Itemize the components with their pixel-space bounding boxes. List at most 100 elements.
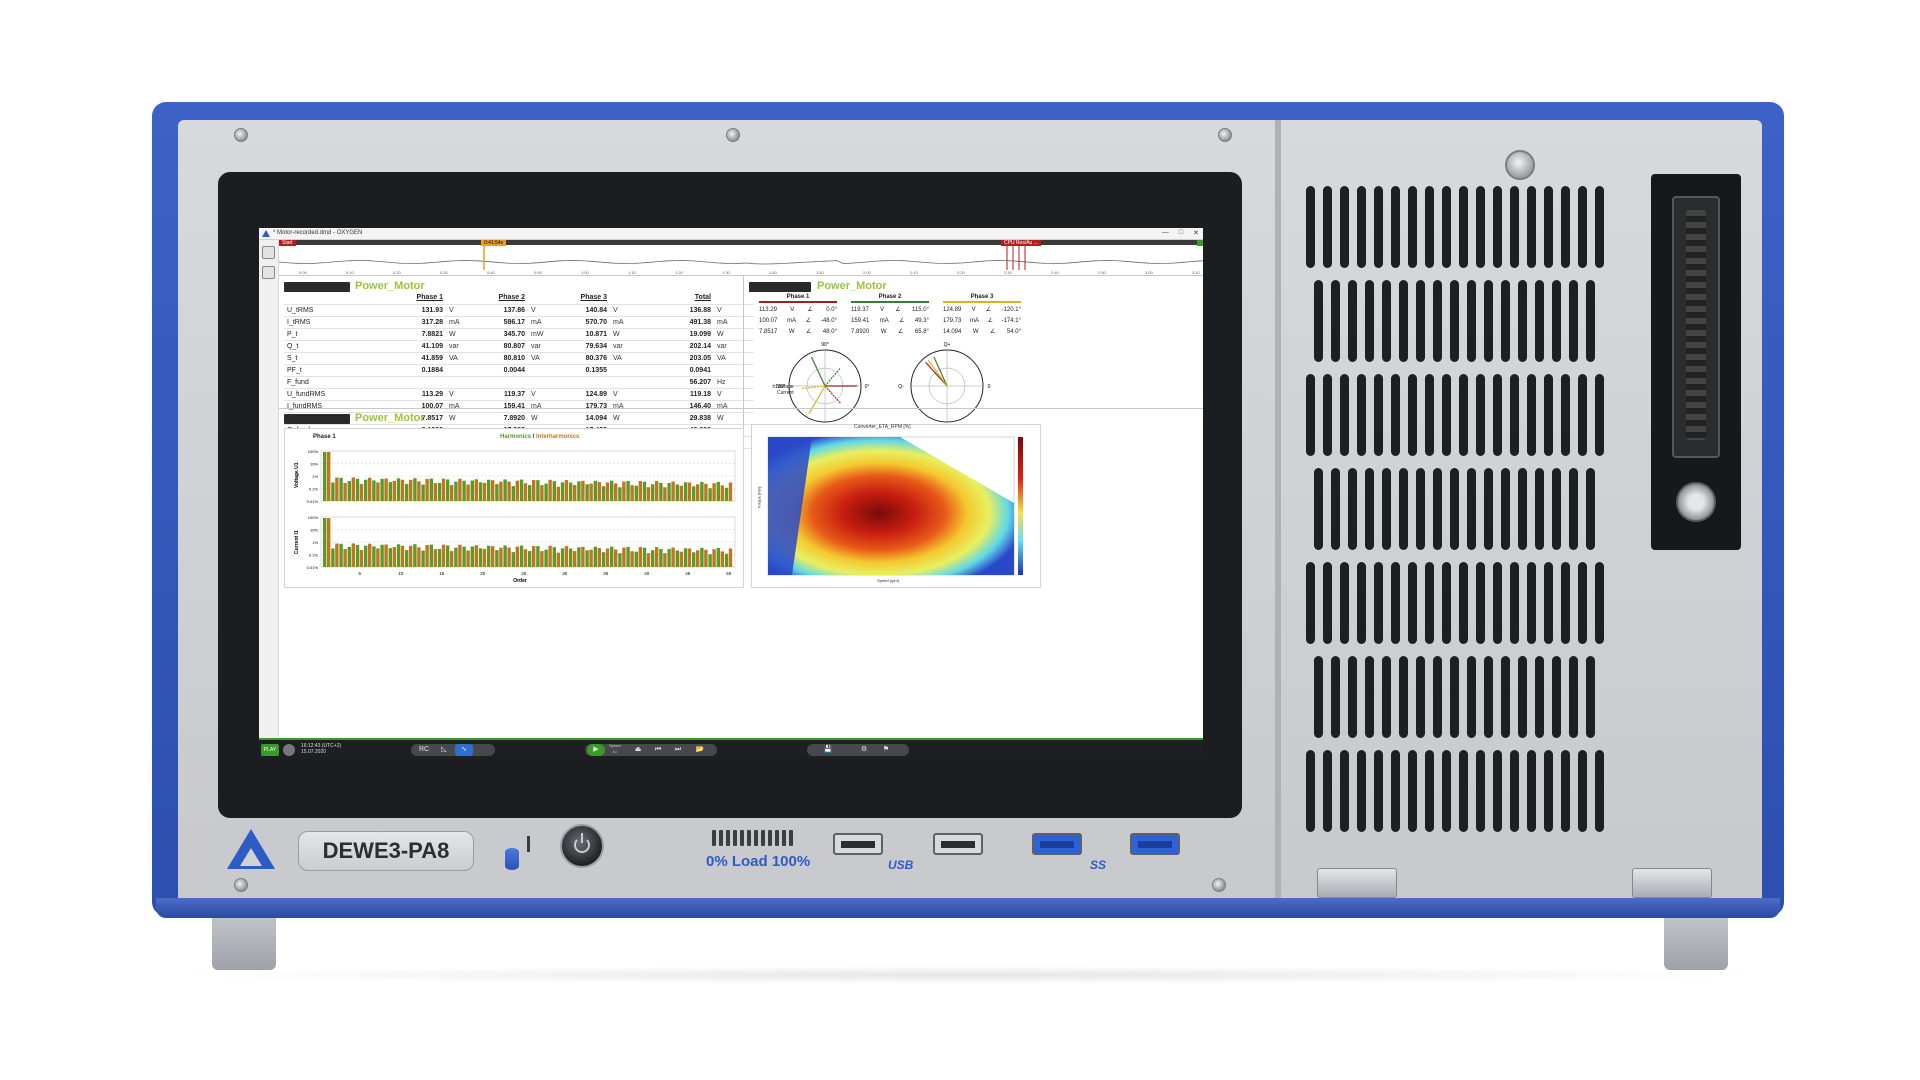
- cell-value: [528, 376, 568, 388]
- maximize-button[interactable]: □: [1179, 229, 1183, 237]
- play-mode-badge[interactable]: PLAY: [261, 744, 279, 756]
- vent-slot: [1442, 374, 1451, 456]
- interharmonic-bar: [466, 484, 470, 501]
- harmonic-bar: [478, 482, 483, 501]
- y-tick-label: 0.01%: [307, 565, 319, 570]
- interharmonic-bar: [712, 483, 716, 501]
- skip-back-button[interactable]: ⏮: [649, 744, 667, 756]
- open-folder-button[interactable]: 📂: [691, 744, 709, 756]
- x-tick-label: 45: [685, 571, 691, 576]
- vent-slot: [1340, 750, 1349, 832]
- interharmonic-bar: [343, 549, 347, 567]
- eject-button[interactable]: ⏏: [629, 744, 647, 756]
- vector-panel-toolbar[interactable]: [749, 282, 811, 292]
- x-tick-label: 40: [644, 571, 650, 576]
- cell-value: 113.29: [421, 390, 443, 398]
- harmonic-bar: [388, 482, 392, 501]
- cell-value: 29.838: [689, 414, 711, 422]
- vent-slot: [1340, 186, 1349, 268]
- save-icon[interactable]: 💾: [819, 744, 837, 756]
- cell-value: 203.05: [689, 354, 711, 362]
- settings-icon[interactable]: ⚙: [855, 744, 873, 756]
- sync-icon[interactable]: [283, 744, 295, 756]
- harmonic-bar: [642, 547, 647, 567]
- harmonic-bar: [462, 480, 466, 501]
- overview-tick: 1:50: [816, 270, 825, 275]
- cell-value: 19.099: [689, 330, 711, 338]
- interharmonic-bar: [630, 485, 634, 501]
- rc-button[interactable]: RC: [415, 744, 433, 756]
- vent-slot: [1314, 656, 1323, 738]
- vent-slot: [1561, 374, 1570, 456]
- interharmonic-bar: [327, 452, 331, 501]
- harmonics-panel-toolbar[interactable]: [284, 414, 350, 424]
- cell-value: mA: [531, 402, 542, 410]
- vent-slot: [1476, 562, 1485, 644]
- interharmonic-bar: [630, 551, 634, 567]
- x-tick-label: 15: [439, 571, 445, 576]
- vector-legend: Voltage Current: [777, 384, 794, 396]
- x-axis-label: Order: [513, 578, 527, 584]
- overview-tick: 2:20: [957, 270, 966, 275]
- interharmonic-bar: [335, 477, 339, 501]
- activity-led: [527, 836, 530, 852]
- print-icon[interactable]: [262, 266, 275, 279]
- skip-forward-button[interactable]: ⏭: [669, 744, 687, 756]
- usb2-port[interactable]: [933, 833, 983, 855]
- vent-slot: [1450, 468, 1459, 550]
- vent-slot: [1433, 280, 1442, 362]
- flag-icon[interactable]: ⚑: [877, 744, 895, 756]
- harmonic-bar: [519, 545, 524, 567]
- usb3-port[interactable]: [1130, 833, 1180, 855]
- usb2-port[interactable]: [833, 833, 883, 855]
- cell-value: 10.871: [585, 330, 607, 338]
- cursor-icon[interactable]: ◺: [435, 744, 453, 756]
- thumb-screw[interactable]: [1505, 150, 1535, 180]
- vent-slot: [1467, 280, 1476, 362]
- harmonic-bar: [405, 550, 409, 567]
- harmonic-bar: [610, 480, 614, 501]
- interharmonic-bar: [712, 549, 716, 567]
- interharmonic-bar: [441, 478, 446, 501]
- latch[interactable]: [1632, 868, 1712, 898]
- x-tick-label: 30: [562, 571, 568, 576]
- cell-value: 7.8821: [421, 330, 443, 338]
- harmonic-bar: [487, 479, 491, 501]
- usb3-port[interactable]: [1032, 833, 1082, 855]
- phase-card-row: 7.8920 W ∠ 65.8°: [851, 329, 929, 335]
- harmonic-bar: [405, 484, 409, 501]
- vent-slot: [1578, 562, 1587, 644]
- cell-value: W: [613, 330, 620, 338]
- vent-slot: [1544, 186, 1553, 268]
- minimize-button[interactable]: —: [1162, 229, 1169, 237]
- table-panel-toolbar[interactable]: [284, 282, 350, 292]
- speed-control[interactable]: Speed 1x: [609, 743, 621, 755]
- key-lock[interactable]: [1676, 482, 1716, 522]
- vent-slot: [1357, 562, 1366, 644]
- power-phasor-diagram: Q+0-1Q-: [898, 342, 990, 434]
- vent-slot: [1323, 374, 1332, 456]
- load-segment: [754, 830, 758, 846]
- interharmonic-bar: [458, 544, 462, 567]
- harmonic-bar: [421, 550, 425, 567]
- latch[interactable]: [1317, 868, 1397, 898]
- cell-value: mA: [531, 318, 542, 326]
- overview-timeline[interactable]: Start 0:41:54s CPU Res/Au ... 0:00 0:10 0:…: [279, 240, 1203, 276]
- layers-icon[interactable]: [262, 246, 275, 259]
- drive-handle[interactable]: [1686, 210, 1706, 440]
- model-nameplate: DEWE3-PA8: [298, 831, 474, 871]
- interharmonic-bar: [638, 547, 642, 567]
- vent-slot: [1484, 656, 1493, 738]
- cell-value: 80.810: [503, 354, 525, 362]
- cell-value: mA: [613, 402, 624, 410]
- wave-icon[interactable]: ∿: [455, 744, 473, 756]
- vent-slot: [1544, 562, 1553, 644]
- harmonic-bar: [396, 478, 401, 501]
- close-button[interactable]: ✕: [1193, 229, 1199, 237]
- interharmonic-bar: [687, 548, 692, 567]
- play-button[interactable]: ▶: [587, 744, 605, 756]
- load-label: 0% Load 100%: [706, 853, 811, 870]
- cell-value: 56.207: [689, 378, 711, 386]
- harmonic-bar: [724, 553, 729, 567]
- harmonic-bar: [577, 547, 581, 567]
